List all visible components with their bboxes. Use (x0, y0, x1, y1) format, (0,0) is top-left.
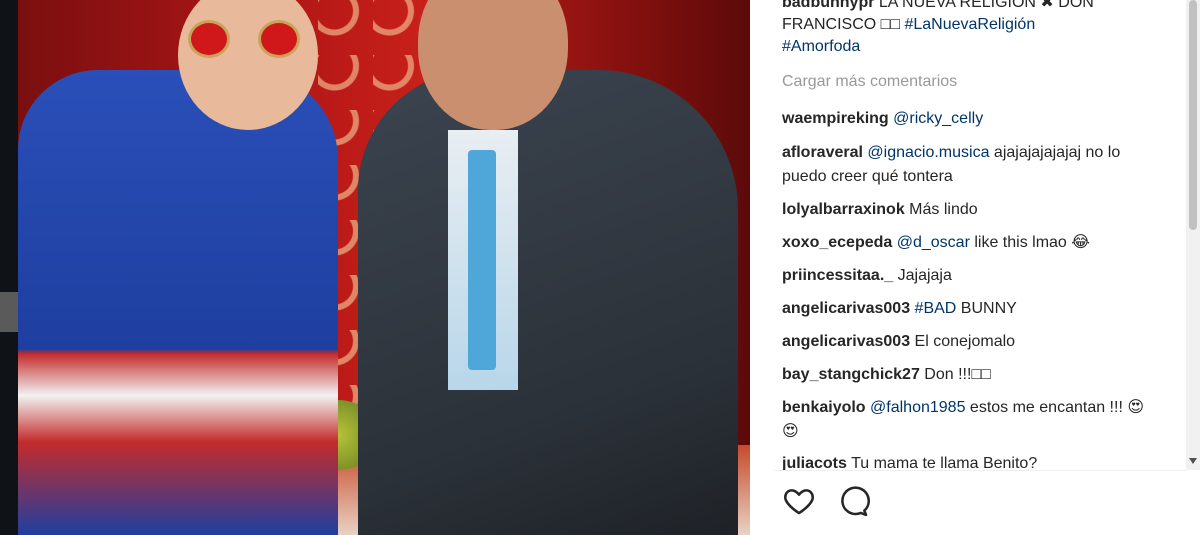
comment-username[interactable]: priincessitaa._ (782, 267, 893, 284)
comment-username[interactable]: juliacots (782, 455, 847, 470)
comment-text: BUNNY (956, 300, 1017, 317)
comment-username[interactable]: waempireking (782, 110, 889, 127)
comment-item: waempireking @ricky_celly (782, 107, 1152, 131)
comment-mention[interactable]: @ricky_celly (893, 110, 983, 127)
comment-mention[interactable]: @d_oscar (897, 234, 970, 251)
comment-item: juliacots Tu mama te llama Benito? (782, 452, 1152, 470)
comment-bubble-icon[interactable] (836, 484, 870, 518)
caption-hashtag-1[interactable]: #LaNuevaReligión (904, 16, 1035, 33)
comment-item: xoxo_ecepeda @d_oscar like this lmao 😂 (782, 231, 1152, 255)
caption-text-1: LA NUEVA RELIGION (874, 0, 1041, 11)
comment-text: Don !!! (919, 366, 972, 383)
comment-text: Tu mama te llama Benito? (846, 455, 1038, 470)
comment-item: angelicarivas003 #BAD BUNNY (782, 297, 1152, 321)
comment-username[interactable]: angelicarivas003 (782, 300, 910, 317)
comment-text: Más lindo (904, 201, 978, 218)
photo-tie (468, 150, 496, 370)
comment-item: benkaiyolo @falhon1985 estos me encantan… (782, 396, 1152, 444)
scroll-down-arrow-icon[interactable] (1189, 458, 1197, 464)
comment-username[interactable]: xoxo_ecepeda (782, 234, 892, 251)
emoji-icon: □□ (880, 16, 900, 33)
comment-bubble-icon-svg (841, 486, 870, 517)
scrollbar-thumb[interactable] (1189, 0, 1197, 230)
load-more-comments-button[interactable]: Cargar más comentarios (782, 73, 957, 91)
post-photo[interactable] (18, 0, 750, 535)
comments-scrollbar[interactable] (1186, 0, 1200, 470)
caption-username[interactable]: badbunnypr (782, 0, 874, 11)
divider (774, 470, 1186, 471)
comment-text: like this lmao 😂 (969, 234, 1090, 251)
comment-username[interactable]: angelicarivas003 (782, 333, 910, 350)
comment-item: afloraveral @ignacio.musica ajajajajajaj… (782, 141, 1152, 189)
comment-username[interactable]: bay_stangchick27 (782, 366, 920, 383)
comment-item: lolyalbarraxinok Más lindo (782, 198, 1152, 222)
emoji-icon: □□ (971, 366, 991, 383)
comment-username[interactable]: afloraveral (782, 144, 863, 161)
photo-person-right (358, 70, 738, 535)
photo-person-left (18, 70, 338, 535)
comment-text: El conejomalo (910, 333, 1016, 350)
comment-hashtag[interactable]: #BAD (915, 300, 957, 317)
post-actions (782, 484, 870, 518)
comment-username[interactable]: lolyalbarraxinok (782, 201, 905, 218)
heart-icon[interactable] (782, 484, 816, 518)
comment-text: Jajajaja (893, 267, 952, 284)
heart-icon-svg (784, 489, 814, 515)
photo-sunglasses (188, 20, 308, 60)
comment-mention[interactable]: @ignacio.musica (867, 144, 989, 161)
comment-item: angelicarivas003 El conejomalo (782, 330, 1152, 354)
comment-username[interactable]: benkaiyolo (782, 399, 866, 416)
post-caption: badbunnypr LA NUEVA RELIGION ✖ DON FRANC… (782, 0, 1162, 58)
comments-panel: badbunnypr LA NUEVA RELIGION ✖ DON FRANC… (750, 0, 1200, 535)
comment-mention[interactable]: @falhon1985 (870, 399, 965, 416)
background-band (0, 292, 18, 332)
comment-item: priincessitaa._ Jajajaja (782, 264, 1152, 288)
background-edge (0, 0, 18, 535)
cross-emoji-icon: ✖ (1040, 0, 1054, 11)
comment-item: bay_stangchick27 Don !!!□□ (782, 363, 1152, 387)
caption-hashtag-2[interactable]: #Amorfoda (782, 38, 860, 55)
comments-list[interactable]: badbunnypr LA NUEVA RELIGION ✖ DON FRANC… (782, 0, 1162, 470)
